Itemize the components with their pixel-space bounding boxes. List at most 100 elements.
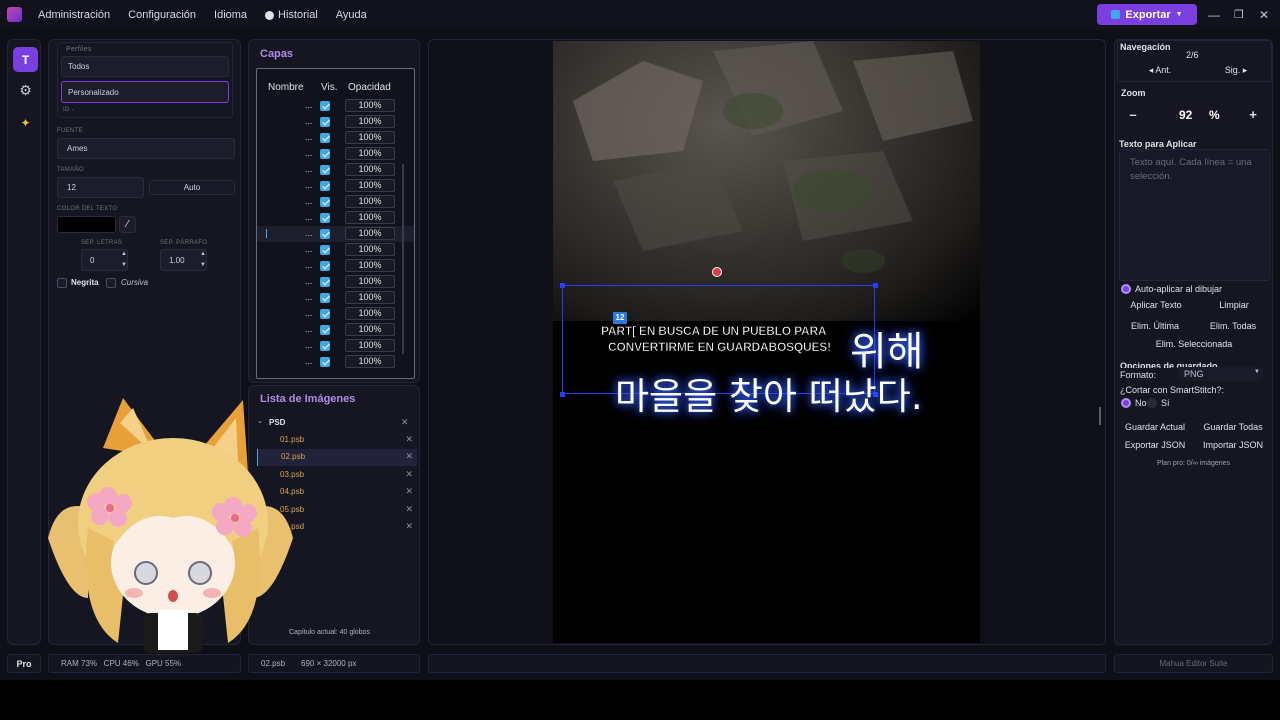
layer-visibility-checkbox[interactable] <box>320 357 330 367</box>
bubble-marker[interactable]: 12 <box>613 312 627 324</box>
smartstitch-no-radio[interactable] <box>1121 398 1131 408</box>
layer-visibility-checkbox[interactable] <box>320 229 330 239</box>
minimize-icon[interactable]: — <box>1208 8 1220 22</box>
layer-opacity-input[interactable]: 100% <box>345 227 395 240</box>
layer-row[interactable]: ... 100% <box>257 274 414 290</box>
translation-text-line2[interactable]: CONVERTIRME EN GUARDABOSQUES! <box>608 340 832 355</box>
export-json-button[interactable]: Exportar JSON <box>1117 440 1193 450</box>
layer-row[interactable]: ... 100% <box>257 242 414 258</box>
layer-opacity-input[interactable]: 100% <box>345 291 395 304</box>
layer-visibility-checkbox[interactable] <box>320 165 330 175</box>
layer-visibility-checkbox[interactable] <box>320 197 330 207</box>
handle-tr[interactable] <box>873 283 878 288</box>
layer-visibility-checkbox[interactable] <box>320 149 330 159</box>
layers-scrollbar[interactable] <box>402 164 404 354</box>
layer-visibility-checkbox[interactable] <box>320 245 330 255</box>
next-page-button[interactable]: Sig. ▸ <box>1211 65 1261 76</box>
layer-visibility-checkbox[interactable] <box>320 261 330 271</box>
layer-row[interactable]: ... 100% <box>257 290 414 306</box>
layer-visibility-checkbox[interactable] <box>320 325 330 335</box>
profile-all[interactable]: Todos <box>61 56 229 77</box>
layer-row[interactable]: ... 100% <box>257 338 414 354</box>
maximize-icon[interactable]: ❐ <box>1234 8 1244 21</box>
remove-file-icon[interactable]: ✕ <box>405 434 413 445</box>
zoom-in-button[interactable]: + <box>1245 107 1261 122</box>
layer-row[interactable]: ... 100% <box>257 130 414 146</box>
layer-opacity-input[interactable]: 100% <box>345 131 395 144</box>
text-color-swatch[interactable] <box>57 216 116 233</box>
handle-bl[interactable] <box>560 392 565 397</box>
menu-administracion[interactable]: Administración <box>38 9 110 21</box>
auto-apply-radio[interactable] <box>1121 284 1131 294</box>
format-select[interactable]: PNG ▼ <box>1177 367 1263 381</box>
layer-row[interactable]: ... 100% <box>257 306 414 322</box>
layer-visibility-checkbox[interactable] <box>320 341 330 351</box>
translation-text-line1[interactable]: PART[ EN BUSCA DE UN PUEBLO PARA <box>601 324 827 339</box>
sparkle-icon[interactable]: ✦ <box>13 110 38 135</box>
layer-visibility-checkbox[interactable] <box>320 133 330 143</box>
import-json-button[interactable]: Importar JSON <box>1195 440 1271 450</box>
gear-icon[interactable]: ⚙ <box>13 78 38 103</box>
paragraph-spacing-stepper[interactable]: ▲ ▼ <box>200 249 206 271</box>
prev-page-button[interactable]: ◂ Ant. <box>1135 65 1185 76</box>
apply-text-button[interactable]: Aplicar Texto <box>1119 300 1193 310</box>
remove-file-icon[interactable]: ✕ <box>405 521 413 532</box>
delete-all-button[interactable]: Elim. Todas <box>1195 321 1271 331</box>
delete-last-button[interactable]: Elim. Última <box>1117 321 1193 331</box>
layer-opacity-input[interactable]: 100% <box>345 339 395 352</box>
layer-row[interactable]: ... 100% <box>257 322 414 338</box>
layer-visibility-checkbox[interactable] <box>320 293 330 303</box>
layer-row[interactable]: ... 100% <box>257 146 414 162</box>
save-all-button[interactable]: Guardar Todas <box>1195 422 1271 432</box>
clear-button[interactable]: Limpiar <box>1197 300 1271 310</box>
layer-row[interactable]: ... 100% <box>257 210 414 226</box>
layer-opacity-input[interactable]: 100% <box>345 115 395 128</box>
layer-row[interactable]: ... 100% <box>257 162 414 178</box>
size-auto-button[interactable]: Auto <box>149 180 235 195</box>
remove-file-icon[interactable]: ✕ <box>405 486 413 497</box>
letter-spacing-stepper[interactable]: ▲ ▼ <box>121 249 127 271</box>
layer-visibility-checkbox[interactable] <box>320 277 330 287</box>
delete-selected-button[interactable]: Elim. Seleccionada <box>1117 339 1271 349</box>
layer-visibility-checkbox[interactable] <box>320 181 330 191</box>
layer-opacity-input[interactable]: 100% <box>345 323 395 336</box>
layer-row[interactable]: ... 100% <box>257 258 414 274</box>
italic-checkbox[interactable] <box>106 278 116 288</box>
menu-configuracion[interactable]: Configuración <box>128 9 196 21</box>
menu-historial[interactable]: Historial <box>265 9 318 21</box>
layer-opacity-input[interactable]: 100% <box>345 99 395 112</box>
rotate-handle[interactable] <box>712 267 722 277</box>
layer-opacity-input[interactable]: 100% <box>345 211 395 224</box>
layer-opacity-input[interactable]: 100% <box>345 259 395 272</box>
layer-row[interactable]: ... 100% <box>257 114 414 130</box>
zoom-value[interactable]: 92 <box>1179 108 1192 122</box>
layer-row[interactable]: ... 100% <box>257 226 414 242</box>
folder-remove-icon[interactable]: ✕ <box>401 417 409 428</box>
menu-idioma[interactable]: Idioma <box>214 9 247 21</box>
layer-opacity-input[interactable]: 100% <box>345 355 395 368</box>
layer-opacity-input[interactable]: 100% <box>345 147 395 160</box>
layer-opacity-input[interactable]: 100% <box>345 163 395 176</box>
profile-custom[interactable]: Personalizado <box>61 81 229 103</box>
layer-opacity-input[interactable]: 100% <box>345 307 395 320</box>
layer-row[interactable]: ... 100% <box>257 354 414 370</box>
bold-checkbox[interactable] <box>57 278 67 288</box>
layer-visibility-checkbox[interactable] <box>320 101 330 111</box>
export-button[interactable]: Exportar ▼ <box>1097 4 1197 25</box>
layer-row[interactable]: ... 100% <box>257 98 414 114</box>
font-select[interactable]: Ames <box>57 138 235 159</box>
size-input[interactable]: 12 <box>57 177 144 198</box>
layer-opacity-input[interactable]: 100% <box>345 195 395 208</box>
remove-file-icon[interactable]: ✕ <box>405 469 413 480</box>
layer-opacity-input[interactable]: 100% <box>345 243 395 256</box>
remove-file-icon[interactable]: ✕ <box>405 451 413 462</box>
smartstitch-si-radio[interactable] <box>1147 398 1157 408</box>
layer-visibility-checkbox[interactable] <box>320 309 330 319</box>
layer-opacity-input[interactable]: 100% <box>345 179 395 192</box>
eyedropper-icon[interactable]: ⁄ <box>119 216 136 233</box>
menu-ayuda[interactable]: Ayuda <box>336 9 367 21</box>
zoom-out-button[interactable]: – <box>1125 107 1141 122</box>
close-icon[interactable]: ✕ <box>1259 8 1269 22</box>
handle-tl[interactable] <box>560 283 565 288</box>
layer-opacity-input[interactable]: 100% <box>345 275 395 288</box>
